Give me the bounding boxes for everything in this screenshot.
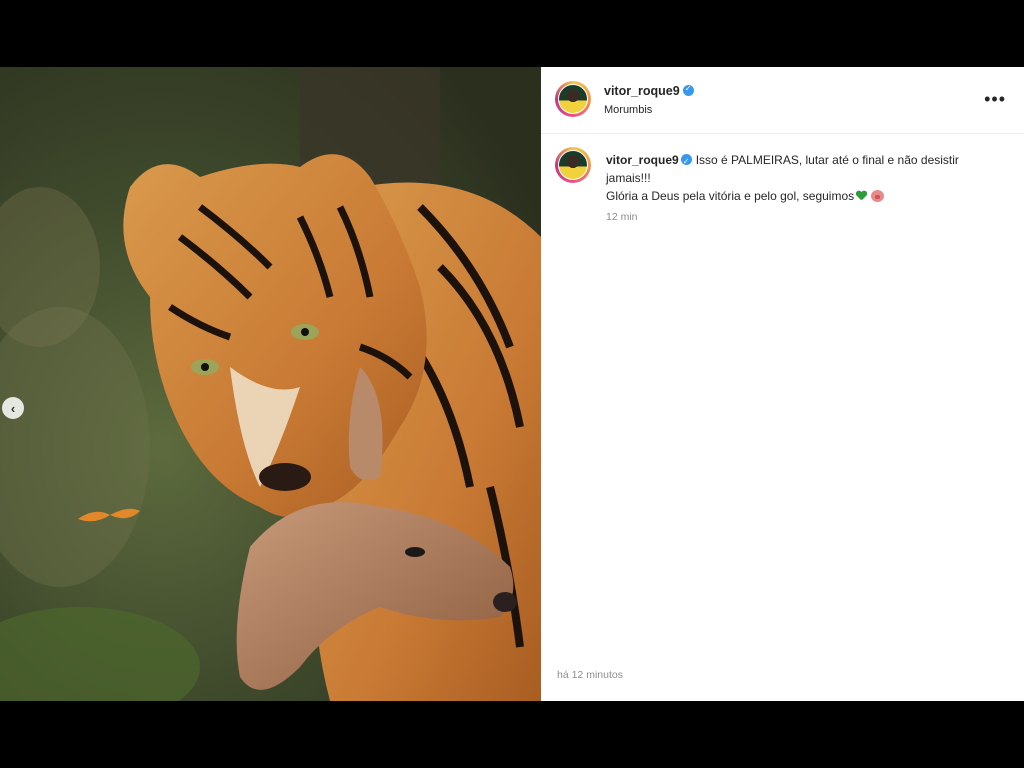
avatar[interactable] — [555, 81, 591, 117]
verified-badge-icon — [682, 84, 694, 96]
post-photo — [0, 67, 541, 701]
username-text[interactable]: vitor_roque9 — [604, 84, 680, 98]
tiger-carrying-deer-image — [0, 67, 541, 701]
pig-face-emoji — [871, 190, 885, 202]
username-link[interactable]: vitor_roque9 — [604, 84, 694, 98]
verified-badge-icon — [680, 153, 692, 171]
chevron-left-icon: ‹ — [10, 400, 16, 416]
post-details-panel: vitor_roque9 Morumbis ••• vitor_roque9Is… — [541, 67, 1024, 701]
caption-line-2: Glória a Deus pela vitória e pelo gol, s… — [606, 189, 855, 203]
location-link[interactable]: Morumbis — [604, 104, 652, 116]
post-header: vitor_roque9 Morumbis ••• — [541, 67, 1024, 134]
caption-timestamp: 12 min — [606, 211, 638, 223]
previous-image-button[interactable]: ‹ — [2, 397, 24, 419]
more-options-icon[interactable]: ••• — [984, 89, 1006, 110]
post-timestamp[interactable]: há 12 minutos — [557, 669, 623, 681]
caption-username[interactable]: vitor_roque9 — [606, 153, 679, 167]
caption-avatar[interactable] — [555, 147, 591, 183]
post-caption: vitor_roque9Isso é PALMEIRAS, lutar até … — [606, 151, 1006, 205]
green-heart-emoji — [856, 191, 867, 201]
